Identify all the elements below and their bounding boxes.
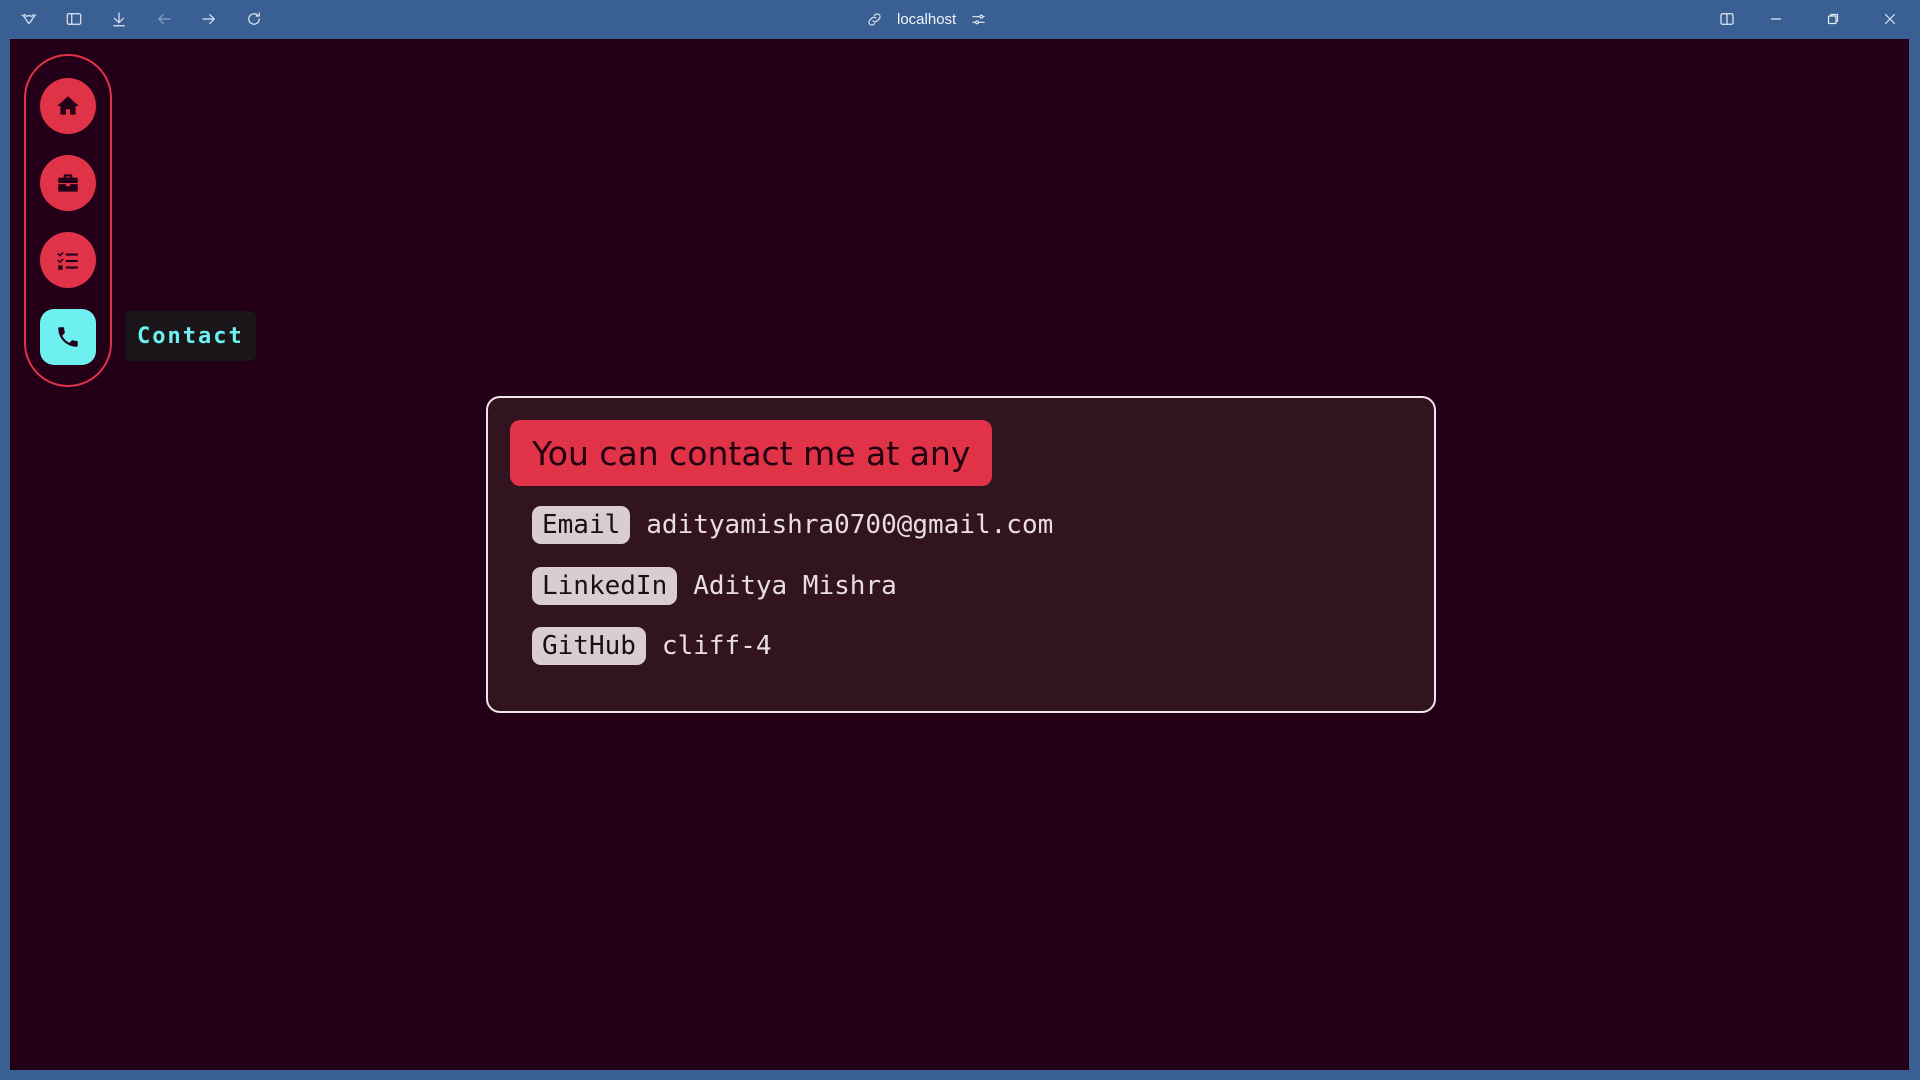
contact-row-github: GitHub cliff-4: [532, 627, 772, 665]
contact-heading: You can contact me at any: [510, 420, 993, 486]
nav-home-button[interactable]: [40, 78, 96, 134]
page-viewport: Contact You can contact me at any Email …: [10, 39, 1909, 1070]
checklist-icon: [57, 251, 78, 270]
arrow-left-icon[interactable]: [149, 5, 179, 33]
email-value[interactable]: adityamishra0700@gmail.com: [646, 510, 1053, 540]
nav-tooltip: Contact: [125, 311, 256, 361]
link-icon: [866, 11, 883, 28]
home-icon: [57, 96, 79, 115]
linkedin-value[interactable]: Aditya Mishra: [693, 571, 897, 601]
sidebar-toggle-icon[interactable]: [59, 5, 89, 33]
nav-work-button[interactable]: [40, 155, 96, 211]
side-nav: [24, 54, 112, 387]
linkedin-label: LinkedIn: [532, 567, 678, 605]
split-view-icon[interactable]: [1712, 5, 1742, 33]
contact-row-email: Email adityamishra0700@gmail.com: [532, 506, 1053, 544]
browser-titlebar: localhost: [0, 0, 1920, 38]
download-icon[interactable]: [104, 5, 134, 33]
contact-card: You can contact me at any Email adityami…: [486, 396, 1436, 713]
contact-row-linkedin: LinkedIn Aditya Mishra: [532, 567, 897, 605]
vivaldi-logo-icon[interactable]: [14, 5, 44, 33]
phone-icon: [58, 327, 78, 347]
address-bar[interactable]: localhost: [866, 5, 987, 33]
briefcase-icon: [58, 174, 78, 192]
github-value[interactable]: cliff-4: [662, 631, 772, 661]
sliders-icon[interactable]: [970, 11, 987, 28]
email-label: Email: [532, 506, 631, 544]
minimize-icon[interactable]: [1761, 5, 1791, 33]
nav-projects-button[interactable]: [40, 232, 96, 288]
github-label: GitHub: [532, 627, 646, 665]
nav-contact-button[interactable]: [40, 309, 96, 365]
close-icon[interactable]: [1875, 5, 1905, 33]
reload-icon[interactable]: [239, 5, 269, 33]
url-text[interactable]: localhost: [897, 11, 956, 28]
arrow-right-icon[interactable]: [194, 5, 224, 33]
restore-icon[interactable]: [1818, 5, 1848, 33]
